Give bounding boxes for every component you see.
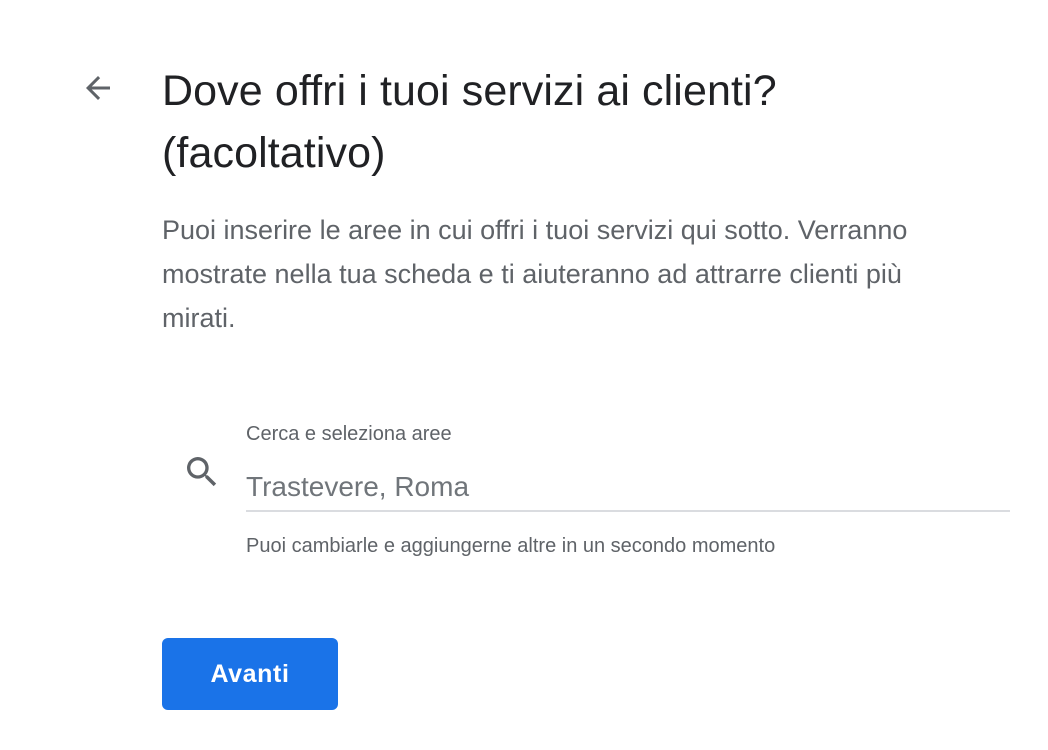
area-search-input[interactable] xyxy=(246,464,1010,512)
search-icon xyxy=(182,452,222,492)
page-title: Dove offri i tuoi servizi ai clienti? (f… xyxy=(162,67,777,177)
next-button[interactable]: Avanti xyxy=(162,638,338,710)
arrow-back-icon xyxy=(86,76,110,100)
search-field-label: Cerca e seleziona aree xyxy=(246,423,452,445)
back-button[interactable] xyxy=(78,68,118,108)
helper-text: Puoi cambiarle e aggiungerne altre in un… xyxy=(246,535,776,557)
page-description: Puoi inserire le aree in cui offri i tuo… xyxy=(162,215,908,333)
